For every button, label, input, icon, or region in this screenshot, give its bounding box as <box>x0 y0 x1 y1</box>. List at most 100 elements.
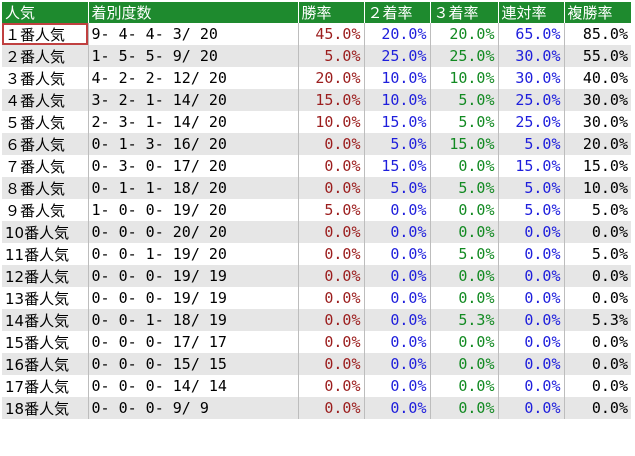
row-record: 0- 0- 0- 14/ 14 <box>87 375 298 397</box>
row-label[interactable]: 12番人気 <box>2 265 88 287</box>
row-win-rate: 20.0% <box>297 67 364 89</box>
row-win-rate: 0.0% <box>297 221 364 243</box>
row-label[interactable]: ２番人気 <box>2 45 88 67</box>
header-second-rate[interactable]: ２着率 <box>363 2 430 23</box>
row-quinella-rate: 5.0% <box>497 199 564 221</box>
row-label[interactable]: ３番人気 <box>2 67 88 89</box>
table-row: ６番人気 0- 1- 3- 16/ 20 0.0% 5.0% 15.0% 5.0% 20.… <box>2 133 631 155</box>
row-record: 0- 3- 0- 17/ 20 <box>87 155 298 177</box>
header-third-rate[interactable]: ３着率 <box>429 2 498 23</box>
row-place-rate: 30.0% <box>563 89 631 111</box>
row-record: 0- 1- 3- 16/ 20 <box>87 133 298 155</box>
row-label[interactable]: 18番人気 <box>2 397 88 419</box>
header-record[interactable]: 着別度数 <box>87 2 298 23</box>
row-record: 0- 0- 0- 19/ 19 <box>87 265 298 287</box>
header-quinella-rate[interactable]: 連対率 <box>497 2 564 23</box>
row-quinella-rate: 0.0% <box>497 353 564 375</box>
row-quinella-rate: 30.0% <box>497 45 564 67</box>
row-second-rate: 5.0% <box>363 133 430 155</box>
row-quinella-rate: 5.0% <box>497 133 564 155</box>
row-quinella-rate: 5.0% <box>497 177 564 199</box>
row-place-rate: 30.0% <box>563 111 631 133</box>
row-second-rate: 0.0% <box>363 353 430 375</box>
row-place-rate: 5.0% <box>563 199 631 221</box>
row-second-rate: 10.0% <box>363 67 430 89</box>
row-third-rate: 0.0% <box>429 221 498 243</box>
row-win-rate: 10.0% <box>297 111 364 133</box>
table-row: 10番人気 0- 0- 0- 20/ 20 0.0% 0.0% 0.0% 0.0% 0.0… <box>2 221 631 243</box>
row-quinella-rate: 25.0% <box>497 111 564 133</box>
row-record: 0- 0- 0- 9/ 9 <box>87 397 298 419</box>
row-second-rate: 0.0% <box>363 309 430 331</box>
row-third-rate: 0.0% <box>429 331 498 353</box>
row-quinella-rate: 0.0% <box>497 243 564 265</box>
row-label[interactable]: 16番人気 <box>2 353 88 375</box>
table-row: １番人気 9- 4- 4- 3/ 20 45.0% 20.0% 20.0% 65.0% 8… <box>2 23 631 45</box>
table-row: ３番人気 4- 2- 2- 12/ 20 20.0% 10.0% 10.0% 30.0%… <box>2 67 631 89</box>
row-second-rate: 15.0% <box>363 111 430 133</box>
row-quinella-rate: 0.0% <box>497 331 564 353</box>
row-place-rate: 10.0% <box>563 177 631 199</box>
row-label[interactable]: 13番人気 <box>2 287 88 309</box>
header-popularity[interactable]: 人気 <box>2 2 88 23</box>
row-quinella-rate: 0.0% <box>497 375 564 397</box>
table-row: ８番人気 0- 1- 1- 18/ 20 0.0% 5.0% 5.0% 5.0% 10.0… <box>2 177 631 199</box>
row-quinella-rate: 30.0% <box>497 67 564 89</box>
row-win-rate: 0.0% <box>297 375 364 397</box>
row-place-rate: 5.0% <box>563 243 631 265</box>
row-third-rate: 0.0% <box>429 287 498 309</box>
row-label[interactable]: ６番人気 <box>2 133 88 155</box>
row-third-rate: 5.0% <box>429 177 498 199</box>
row-label[interactable]: ９番人気 <box>2 199 88 221</box>
row-win-rate: 5.0% <box>297 45 364 67</box>
row-record: 0- 1- 1- 18/ 20 <box>87 177 298 199</box>
table-row: ５番人気 2- 3- 1- 14/ 20 10.0% 15.0% 5.0% 25.0% 3… <box>2 111 631 133</box>
row-third-rate: 5.0% <box>429 89 498 111</box>
row-win-rate: 0.0% <box>297 177 364 199</box>
row-record: 0- 0- 0- 19/ 19 <box>87 287 298 309</box>
header-win-rate[interactable]: 勝率 <box>297 2 364 23</box>
row-quinella-rate: 0.0% <box>497 309 564 331</box>
row-label[interactable]: ７番人気 <box>2 155 88 177</box>
row-win-rate: 0.0% <box>297 265 364 287</box>
row-place-rate: 5.3% <box>563 309 631 331</box>
row-third-rate: 0.0% <box>429 265 498 287</box>
row-label[interactable]: ５番人気 <box>2 111 88 133</box>
row-third-rate: 5.0% <box>429 111 498 133</box>
row-third-rate: 0.0% <box>429 375 498 397</box>
row-second-rate: 25.0% <box>363 45 430 67</box>
row-second-rate: 20.0% <box>363 23 430 45</box>
row-second-rate: 0.0% <box>363 287 430 309</box>
row-place-rate: 0.0% <box>563 287 631 309</box>
row-third-rate: 15.0% <box>429 133 498 155</box>
row-second-rate: 0.0% <box>363 199 430 221</box>
row-place-rate: 15.0% <box>563 155 631 177</box>
row-second-rate: 5.0% <box>363 177 430 199</box>
row-label[interactable]: 15番人気 <box>2 331 88 353</box>
row-label[interactable]: 14番人気 <box>2 309 88 331</box>
row-place-rate: 0.0% <box>563 265 631 287</box>
row-quinella-rate: 0.0% <box>497 287 564 309</box>
row-place-rate: 55.0% <box>563 45 631 67</box>
row-label[interactable]: 10番人気 <box>2 221 88 243</box>
row-record: 1- 0- 0- 19/ 20 <box>87 199 298 221</box>
row-place-rate: 0.0% <box>563 331 631 353</box>
row-label[interactable]: 17番人気 <box>2 375 88 397</box>
row-second-rate: 0.0% <box>363 331 430 353</box>
row-second-rate: 0.0% <box>363 243 430 265</box>
table-row: 18番人気 0- 0- 0- 9/ 9 0.0% 0.0% 0.0% 0.0% 0.0% <box>2 397 631 419</box>
row-win-rate: 45.0% <box>297 23 364 45</box>
row-place-rate: 40.0% <box>563 67 631 89</box>
row-record: 2- 3- 1- 14/ 20 <box>87 111 298 133</box>
row-record: 0- 0- 1- 19/ 20 <box>87 243 298 265</box>
popularity-stats-table: 人気 着別度数 勝率 ２着率 ３着率 連対率 複勝率 １番人気 9- 4- 4-… <box>2 2 631 419</box>
table-row: 14番人気 0- 0- 1- 18/ 19 0.0% 0.0% 5.3% 0.0% 5.3… <box>2 309 631 331</box>
row-label[interactable]: １番人気 <box>2 23 88 45</box>
row-label[interactable]: 11番人気 <box>2 243 88 265</box>
table-row: ９番人気 1- 0- 0- 19/ 20 5.0% 0.0% 0.0% 5.0% 5.0% <box>2 199 631 221</box>
row-label[interactable]: ８番人気 <box>2 177 88 199</box>
header-place-rate[interactable]: 複勝率 <box>563 2 631 23</box>
row-quinella-rate: 65.0% <box>497 23 564 45</box>
row-label[interactable]: ４番人気 <box>2 89 88 111</box>
row-third-rate: 0.0% <box>429 353 498 375</box>
